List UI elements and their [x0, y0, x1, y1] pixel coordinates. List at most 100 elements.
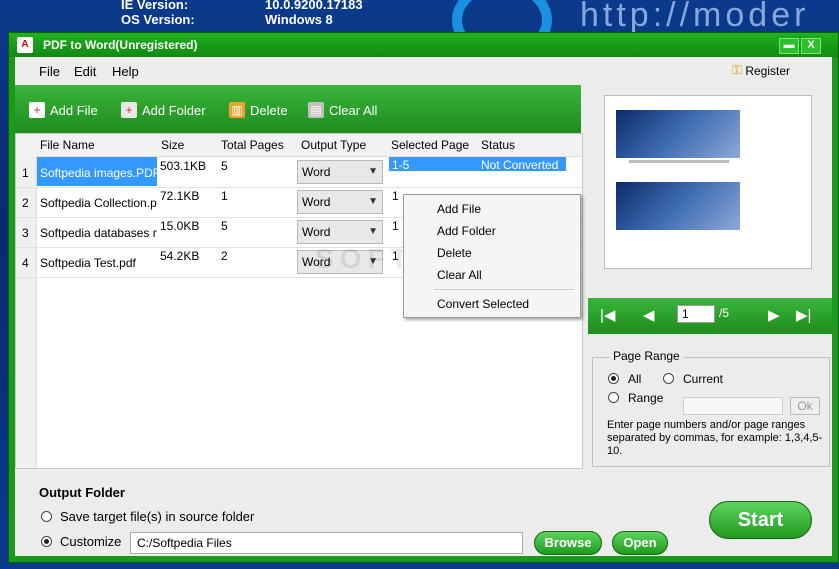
- previous-page-icon[interactable]: ◀: [643, 306, 655, 324]
- ctx-convert-selected[interactable]: Convert Selected: [437, 297, 529, 311]
- start-button[interactable]: Start: [709, 501, 812, 539]
- chevron-down-icon: ▼: [368, 226, 378, 237]
- cell-size: 72.1KB: [160, 189, 200, 203]
- header-selected-page[interactable]: Selected Page: [391, 138, 469, 152]
- first-page-icon[interactable]: |◀: [600, 306, 615, 324]
- cell-selected-page[interactable]: 1-5: [389, 157, 479, 171]
- menu-help[interactable]: Help: [112, 64, 139, 79]
- ctx-add-file[interactable]: Add File: [437, 202, 481, 216]
- page-range-group: Page Range All Current Range Ok Enter pa…: [592, 349, 830, 467]
- table-header: File Name Size Total Pages Output Type S…: [16, 134, 582, 157]
- cell-file-name: Softpedia Collection.p: [40, 196, 157, 210]
- save-source-label[interactable]: Save target file(s) in source folder: [60, 509, 254, 524]
- header-file-name[interactable]: File Name: [40, 138, 95, 152]
- add-file-label: Add File: [50, 102, 98, 118]
- ie-version-label: IE Version:: [121, 0, 189, 12]
- cell-size: 503.1KB: [160, 159, 207, 173]
- row-number: 3: [22, 226, 29, 240]
- last-page-icon[interactable]: ▶|: [796, 306, 811, 324]
- ctx-delete[interactable]: Delete: [437, 246, 472, 260]
- output-type-value: Word: [302, 165, 331, 179]
- clear-all-icon: ▤: [308, 102, 324, 118]
- chevron-down-icon: ▼: [368, 196, 378, 207]
- cell-file-name: Softpedia Test.pdf: [40, 256, 136, 270]
- page-preview: [604, 95, 812, 269]
- ie-version-value: 10.0.9200.17183: [265, 0, 363, 12]
- cell-size: 54.2KB: [160, 249, 200, 263]
- client-area: File Edit Help ⚿ Register + Add File + A…: [15, 57, 832, 556]
- page-number-input[interactable]: 1: [677, 305, 715, 323]
- add-file-button[interactable]: + Add File: [29, 101, 98, 119]
- menu-bar: File Edit Help ⚿ Register: [15, 57, 832, 85]
- range-all-radio[interactable]: [608, 373, 619, 384]
- range-hint: Enter page numbers and/or page ranges se…: [607, 419, 823, 457]
- output-type-select[interactable]: Word ▼: [297, 220, 383, 244]
- customize-radio[interactable]: [41, 536, 52, 547]
- output-type-value: Word: [302, 225, 331, 239]
- save-source-radio[interactable]: [41, 511, 52, 522]
- range-ok-button[interactable]: Ok: [790, 397, 820, 415]
- os-version-value: Windows 8: [265, 12, 333, 27]
- minimize-button[interactable]: ▬: [779, 38, 799, 54]
- range-all-label[interactable]: All: [628, 372, 641, 386]
- clear-all-label: Clear All: [329, 102, 378, 118]
- cell-total-pages: 1: [221, 189, 228, 203]
- title-bar[interactable]: A PDF to Word(Unregistered) ▬ X: [9, 33, 838, 57]
- range-input[interactable]: [683, 397, 783, 415]
- table-row[interactable]: 1 Softpedia images.PDF 503.1KB 5 Word ▼ …: [16, 157, 582, 188]
- header-size[interactable]: Size: [161, 138, 184, 152]
- add-file-icon: +: [29, 102, 45, 118]
- output-path-input[interactable]: C:/Softpedia Files: [130, 532, 523, 554]
- range-current-radio[interactable]: [663, 373, 674, 384]
- cell-file-name: Softpedia databases m: [40, 226, 157, 240]
- close-button[interactable]: X: [801, 38, 821, 54]
- row-number: 1: [22, 166, 29, 180]
- delete-button[interactable]: ▥ Delete: [229, 101, 288, 119]
- cell-status: Not Converted: [479, 157, 566, 171]
- pdf-app-icon: A: [17, 37, 33, 53]
- header-output-type[interactable]: Output Type: [301, 138, 366, 152]
- range-current-label[interactable]: Current: [683, 372, 723, 386]
- menu-edit[interactable]: Edit: [74, 64, 96, 79]
- row-number: 4: [22, 256, 29, 270]
- ctx-clear-all[interactable]: Clear All: [437, 268, 482, 282]
- preview-panel: [588, 85, 832, 297]
- cell-total-pages: 2: [221, 249, 228, 263]
- app-window: A PDF to Word(Unregistered) ▬ X File Edi…: [8, 32, 839, 563]
- clear-all-button[interactable]: ▤ Clear All: [308, 101, 377, 119]
- output-type-select[interactable]: Word ▼: [297, 190, 383, 214]
- add-folder-icon: +: [121, 102, 137, 118]
- output-type-value: Word: [302, 195, 331, 209]
- preview-text-line: [629, 160, 729, 163]
- delete-label: Delete: [250, 102, 288, 118]
- header-status[interactable]: Status: [481, 138, 515, 152]
- register-link[interactable]: Register: [745, 64, 790, 78]
- range-custom-radio[interactable]: [608, 392, 619, 403]
- desktop-url-text: http://moder: [580, 0, 810, 34]
- cell-size: 15.0KB: [160, 219, 200, 233]
- cell-total-pages: 5: [221, 219, 228, 233]
- window-title: PDF to Word(Unregistered): [43, 38, 198, 52]
- row-number: 2: [22, 196, 29, 210]
- key-icon[interactable]: ⚿: [732, 63, 744, 77]
- ctx-separator: [434, 289, 574, 290]
- cell-total-pages: 5: [221, 159, 228, 173]
- output-type-select[interactable]: Word ▼: [297, 160, 383, 184]
- ctx-add-folder[interactable]: Add Folder: [437, 224, 496, 238]
- open-button[interactable]: Open: [612, 531, 668, 555]
- browse-button[interactable]: Browse: [534, 531, 602, 555]
- preview-thumbnail: [616, 110, 740, 158]
- cell-file-name: Softpedia images.PDF: [37, 157, 157, 186]
- output-folder-title: Output Folder: [39, 485, 125, 500]
- page-total: /5: [719, 306, 730, 320]
- page-navigation-bar: |◀ ◀ 1 /5 ▶ ▶|: [588, 298, 832, 334]
- header-total-pages[interactable]: Total Pages: [221, 138, 284, 152]
- add-folder-button[interactable]: + Add Folder: [121, 101, 206, 119]
- menu-file[interactable]: File: [39, 64, 60, 79]
- next-page-icon[interactable]: ▶: [768, 306, 780, 324]
- output-folder-section: Output Folder Save target file(s) in sou…: [15, 475, 832, 556]
- page-range-legend: Page Range: [610, 349, 683, 363]
- customize-label[interactable]: Customize: [60, 534, 121, 549]
- range-custom-label[interactable]: Range: [628, 391, 663, 405]
- toolbar: + Add File + Add Folder ▥ Delete ▤ Clear…: [15, 85, 581, 133]
